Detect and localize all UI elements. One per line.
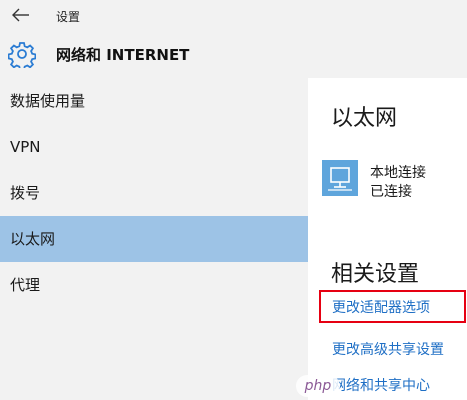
back-arrow-icon[interactable]	[10, 6, 32, 24]
advanced-sharing-settings-link[interactable]: 更改高级共享设置	[332, 339, 444, 359]
title-bar: 设置	[0, 0, 467, 30]
sidebar-item-data-usage[interactable]: 数据使用量	[0, 78, 308, 124]
ethernet-title: 以太网	[331, 106, 398, 131]
connection-info[interactable]: 本地连接 已连接	[370, 164, 426, 202]
page-header: 网络和 INTERNET	[0, 30, 467, 78]
sidebar-item-ethernet[interactable]: 以太网	[0, 216, 308, 262]
connection-name: 本地连接	[370, 165, 426, 181]
network-sharing-center-link[interactable]: 网络和共享中心	[332, 375, 430, 395]
connection-status: 已连接	[370, 184, 412, 200]
sidebar-item-dialup[interactable]: 拨号	[0, 170, 308, 216]
sidebar: 数据使用量 VPN 拨号 以太网 代理	[0, 78, 308, 400]
ethernet-monitor-icon[interactable]	[322, 160, 358, 196]
sidebar-item-vpn[interactable]: VPN	[0, 124, 308, 170]
gear-icon	[7, 40, 37, 71]
app-title: 设置	[56, 10, 81, 24]
change-adapter-options-link[interactable]: 更改适配器选项	[332, 297, 430, 317]
related-settings-title: 相关设置	[331, 262, 420, 287]
page-title: 网络和 INTERNET	[56, 46, 190, 64]
sidebar-item-proxy[interactable]: 代理	[0, 262, 308, 308]
main-content: 以太网 本地连接 已连接 相关设置 更改适配器选项 更改高级共享设置 网络和共享…	[308, 78, 467, 400]
